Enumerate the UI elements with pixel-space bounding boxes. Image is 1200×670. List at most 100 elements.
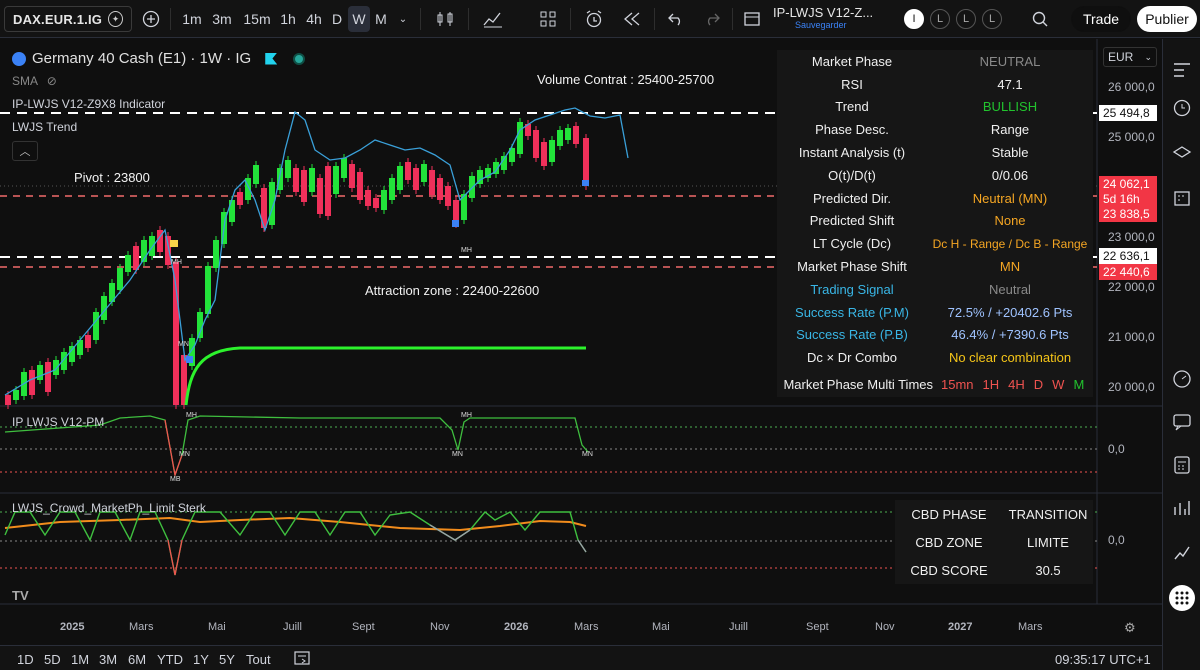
- info-value: MN: [999, 259, 1021, 275]
- calendar-icon[interactable]: [1170, 186, 1194, 210]
- info-label: Success Rate (P.B): [796, 327, 908, 343]
- candle-body: [357, 172, 363, 200]
- candle-body: [13, 390, 19, 400]
- info-row: Market Phase Shift MN: [777, 255, 1093, 278]
- candle-body: [37, 365, 43, 380]
- pane2-title[interactable]: IP LWJS V12-PM: [12, 415, 104, 429]
- candle-body: [333, 166, 339, 194]
- range-1d[interactable]: 1D: [17, 652, 34, 667]
- chart-title: Germany 40 Cash (E1) · 1W · IG: [32, 50, 252, 67]
- candle-body: [533, 130, 539, 158]
- info-label: Dc × Dr Combo: [807, 350, 897, 366]
- info-label: Trend: [835, 99, 869, 115]
- candle-body: [309, 168, 315, 192]
- chat-icon[interactable]: [1170, 410, 1194, 434]
- candle-body: [413, 168, 419, 190]
- price-tick: 26 000,0: [1108, 80, 1155, 94]
- marker-mn-3: MN: [452, 451, 463, 458]
- info-label: Success Rate (P.M): [795, 304, 909, 320]
- alerts-clock-icon[interactable]: [1170, 96, 1194, 120]
- pivot-label: Pivot : 23800: [74, 170, 150, 185]
- legend-indicator1[interactable]: IP-LWJS V12-Z9X8 Indicator: [12, 97, 165, 111]
- info-value: 46.4% / +7390.6 Pts: [951, 327, 1069, 343]
- multi-time-item: D: [1033, 376, 1044, 392]
- info-row: Success Rate (P.B) 46.4% / +7390.6 Pts: [777, 324, 1093, 347]
- collapse-legend-button[interactable]: ︿: [12, 141, 38, 161]
- multi-time-item: 4H: [1008, 376, 1025, 392]
- candle-body: [285, 160, 291, 178]
- candle-body: [293, 168, 299, 192]
- range-6m[interactable]: 6M: [128, 652, 146, 667]
- cbd-table: CBD PHASE TRANSITION CBD ZONE LIMITE CBD S…: [895, 500, 1093, 584]
- time-label: Nov: [875, 621, 895, 633]
- more-apps-icon[interactable]: [1169, 585, 1195, 611]
- hidden-eye-icon[interactable]: ⊘: [47, 74, 57, 88]
- price-tag-22636: 22 636,1: [1099, 248, 1157, 264]
- info-label: Market Phase Shift: [797, 259, 907, 275]
- cbd-label: CBD PHASE: [911, 506, 987, 522]
- cbd-label: CBD ZONE: [915, 534, 983, 550]
- candle-body: [133, 246, 139, 270]
- legend-indicator2[interactable]: LWJS Trend: [12, 120, 77, 134]
- multi-time-item: 15mn: [941, 376, 974, 392]
- price-tick: 25 000,0: [1108, 130, 1155, 144]
- candle-body: [237, 192, 243, 205]
- clock-display[interactable]: 09:35:17 UTC+1: [1055, 652, 1151, 667]
- support-curve-green: [184, 346, 586, 406]
- chart-legend[interactable]: Germany 40 Cash (E1) · 1W · IG: [12, 50, 306, 67]
- candle-body: [373, 198, 379, 208]
- right-sidebar: [1162, 39, 1200, 670]
- marker-mn-4: MN: [582, 451, 593, 458]
- info-label: O(t)/D(t): [828, 167, 876, 183]
- candle-body: [205, 266, 211, 314]
- range-all[interactable]: Tout: [246, 652, 271, 667]
- candle-body: [341, 158, 347, 178]
- info-row: Dc × Dr Combo No clear combination: [777, 346, 1093, 369]
- price-tick: 22 000,0: [1108, 280, 1155, 294]
- marker-mb: MB: [170, 476, 181, 483]
- layers-icon[interactable]: [1170, 142, 1194, 166]
- cbd-row: CBD ZONE LIMITE: [895, 528, 1093, 556]
- info-value: No clear combination: [948, 350, 1072, 366]
- info-value: 0/0.06: [991, 167, 1029, 183]
- range-5d[interactable]: 5D: [44, 652, 61, 667]
- candle-body: [421, 164, 427, 182]
- flag-icon: [265, 52, 278, 65]
- settings-gear-icon[interactable]: ⚙: [1124, 620, 1136, 636]
- speedometer-icon[interactable]: [1170, 367, 1194, 391]
- range-5y[interactable]: 5Y: [219, 652, 235, 667]
- range-1y[interactable]: 1Y: [193, 652, 209, 667]
- volume-contract-label: Volume Contrat : 25400-25700: [537, 72, 715, 87]
- watchlist-icon[interactable]: [1170, 58, 1194, 82]
- candle-body: [365, 190, 371, 206]
- time-label: 2026: [504, 621, 529, 633]
- calculator-icon[interactable]: [1170, 453, 1194, 477]
- range-ytd[interactable]: YTD: [157, 652, 183, 667]
- info-value: NEUTRAL: [979, 53, 1041, 69]
- currency-select[interactable]: EUR ⌄: [1103, 47, 1157, 67]
- cbd-value: 30.5: [1035, 562, 1061, 578]
- multi-time-item: M: [1073, 376, 1085, 392]
- price-tick: 20 000,0: [1108, 380, 1155, 394]
- time-label: Mai: [652, 621, 670, 633]
- info-row: Market Phase NEUTRAL: [777, 50, 1093, 73]
- candle-body: [429, 170, 435, 195]
- info-row: O(t)/D(t) 0/0.06: [777, 164, 1093, 187]
- candle-body: [445, 186, 451, 206]
- info-row: Phase Desc. Range: [777, 118, 1093, 141]
- ideas-icon[interactable]: [1170, 540, 1194, 564]
- pane3-title[interactable]: LWJS_Crowd_MarketPh_Limit Sterk: [12, 501, 206, 515]
- range-1m[interactable]: 1M: [71, 652, 89, 667]
- range-3m[interactable]: 3M: [99, 652, 117, 667]
- info-value: BULLISH: [982, 99, 1038, 115]
- goto-date-icon[interactable]: [293, 650, 313, 669]
- time-label: 2025: [60, 621, 85, 633]
- tv-logo-icon: TV: [12, 588, 29, 603]
- info-value: Range: [990, 122, 1030, 138]
- info-row: Instant Analysis (t) Stable: [777, 141, 1093, 164]
- candle-body: [437, 178, 443, 200]
- candle-body: [469, 176, 475, 198]
- legend-sma[interactable]: SMA ⊘: [12, 74, 57, 88]
- hotlist-icon[interactable]: [1170, 496, 1194, 520]
- info-value: 47.1: [997, 76, 1023, 92]
